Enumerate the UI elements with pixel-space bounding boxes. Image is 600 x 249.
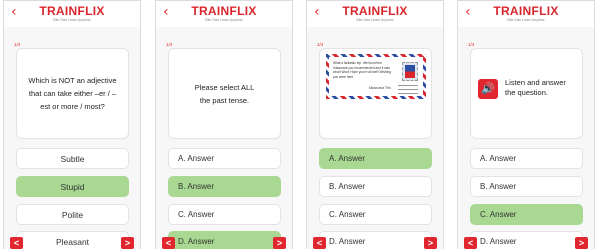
answer-option[interactable]: Polite: [16, 204, 129, 225]
answer-option-selected[interactable]: D. Answer: [168, 231, 281, 249]
app-header: ‹ TRAINFLIX Bite Size Learn Anytime: [156, 1, 292, 27]
next-arrow-icon[interactable]: >: [273, 237, 286, 249]
answer-option-selected[interactable]: B. Answer: [168, 176, 281, 197]
answer-option-selected[interactable]: A. Answer: [319, 148, 432, 169]
screen-adjective-question: ‹ TRAINFLIX Bite Size Learn Anytime 1/4 …: [3, 0, 141, 249]
speaker-icon[interactable]: 🔊: [478, 79, 498, 99]
prev-arrow-icon[interactable]: <: [464, 237, 477, 249]
answer-option[interactable]: A. Answer: [470, 148, 583, 169]
trainflix-logo: TRAINFLIX: [39, 4, 105, 18]
answer-option-selected[interactable]: Stupid: [16, 176, 129, 197]
logo-tagline: Bite Size Learn Anytime: [53, 18, 91, 22]
question-counter: 1/4: [14, 42, 21, 47]
question-text: Please select ALL the past tense.: [194, 82, 255, 105]
answer-option[interactable]: B. Answer: [319, 176, 432, 197]
screen-listening-question: ‹ TRAINFLIX Bite Size Learn Anytime 1/4 …: [457, 0, 595, 249]
question-text: Which is NOT an adjective that can take …: [28, 76, 117, 111]
app-header: ‹ TRAINFLIX Bite Size Learn Anytime: [307, 1, 443, 27]
trainflix-logo: TRAINFLIX: [191, 4, 257, 18]
address-lines: [398, 85, 418, 97]
answer-option[interactable]: D. Answer: [319, 231, 432, 249]
postcard-image: What a fantastic trip. We found the rest…: [326, 54, 426, 99]
answer-option-selected[interactable]: C. Answer: [470, 204, 583, 225]
postcard-text: What a fantastic trip. We found the rest…: [333, 61, 391, 79]
prev-arrow-icon[interactable]: <: [10, 237, 23, 249]
postcard-body: What a fantastic trip. We found the rest…: [329, 57, 423, 96]
question-counter: 1/4: [468, 42, 475, 47]
trainflix-logo: TRAINFLIX: [493, 4, 559, 18]
answer-option[interactable]: C. Answer: [319, 204, 432, 225]
question-counter: 1/4: [166, 42, 173, 47]
answer-option[interactable]: Pleasant: [16, 231, 129, 249]
answer-option[interactable]: A. Answer: [168, 148, 281, 169]
next-arrow-icon[interactable]: >: [424, 237, 437, 249]
question-text: Listen and answer the question.: [505, 78, 566, 97]
next-arrow-icon[interactable]: >: [575, 237, 588, 249]
question-counter: 1/4: [317, 42, 324, 47]
trainflix-logo: TRAINFLIX: [342, 4, 408, 18]
question-card: Please select ALL the past tense.: [168, 48, 281, 139]
app-header: ‹ TRAINFLIX Bite Size Learn Anytime: [458, 1, 594, 27]
screen-past-tense-question: ‹ TRAINFLIX Bite Size Learn Anytime 1/4 …: [155, 0, 293, 249]
app-header: ‹ TRAINFLIX Bite Size Learn Anytime: [4, 1, 140, 27]
logo-tagline: Bite Size Learn Anytime: [356, 18, 394, 22]
postcard-signature: Maria and Tim: [369, 86, 391, 90]
answer-option[interactable]: D. Answer: [470, 231, 583, 249]
answer-option[interactable]: B. Answer: [470, 176, 583, 197]
question-card: Which is NOT an adjective that can take …: [16, 48, 129, 139]
prev-arrow-icon[interactable]: <: [313, 237, 326, 249]
screen-postcard-question: ‹ TRAINFLIX Bite Size Learn Anytime 1/4 …: [306, 0, 444, 249]
logo-tagline: Bite Size Learn Anytime: [205, 18, 243, 22]
answer-option[interactable]: Subtle: [16, 148, 129, 169]
logo-tagline: Bite Size Learn Anytime: [507, 18, 545, 22]
answer-option[interactable]: C. Answer: [168, 204, 281, 225]
stamp-icon: [402, 62, 418, 81]
next-arrow-icon[interactable]: >: [121, 237, 134, 249]
prev-arrow-icon[interactable]: <: [162, 237, 175, 249]
